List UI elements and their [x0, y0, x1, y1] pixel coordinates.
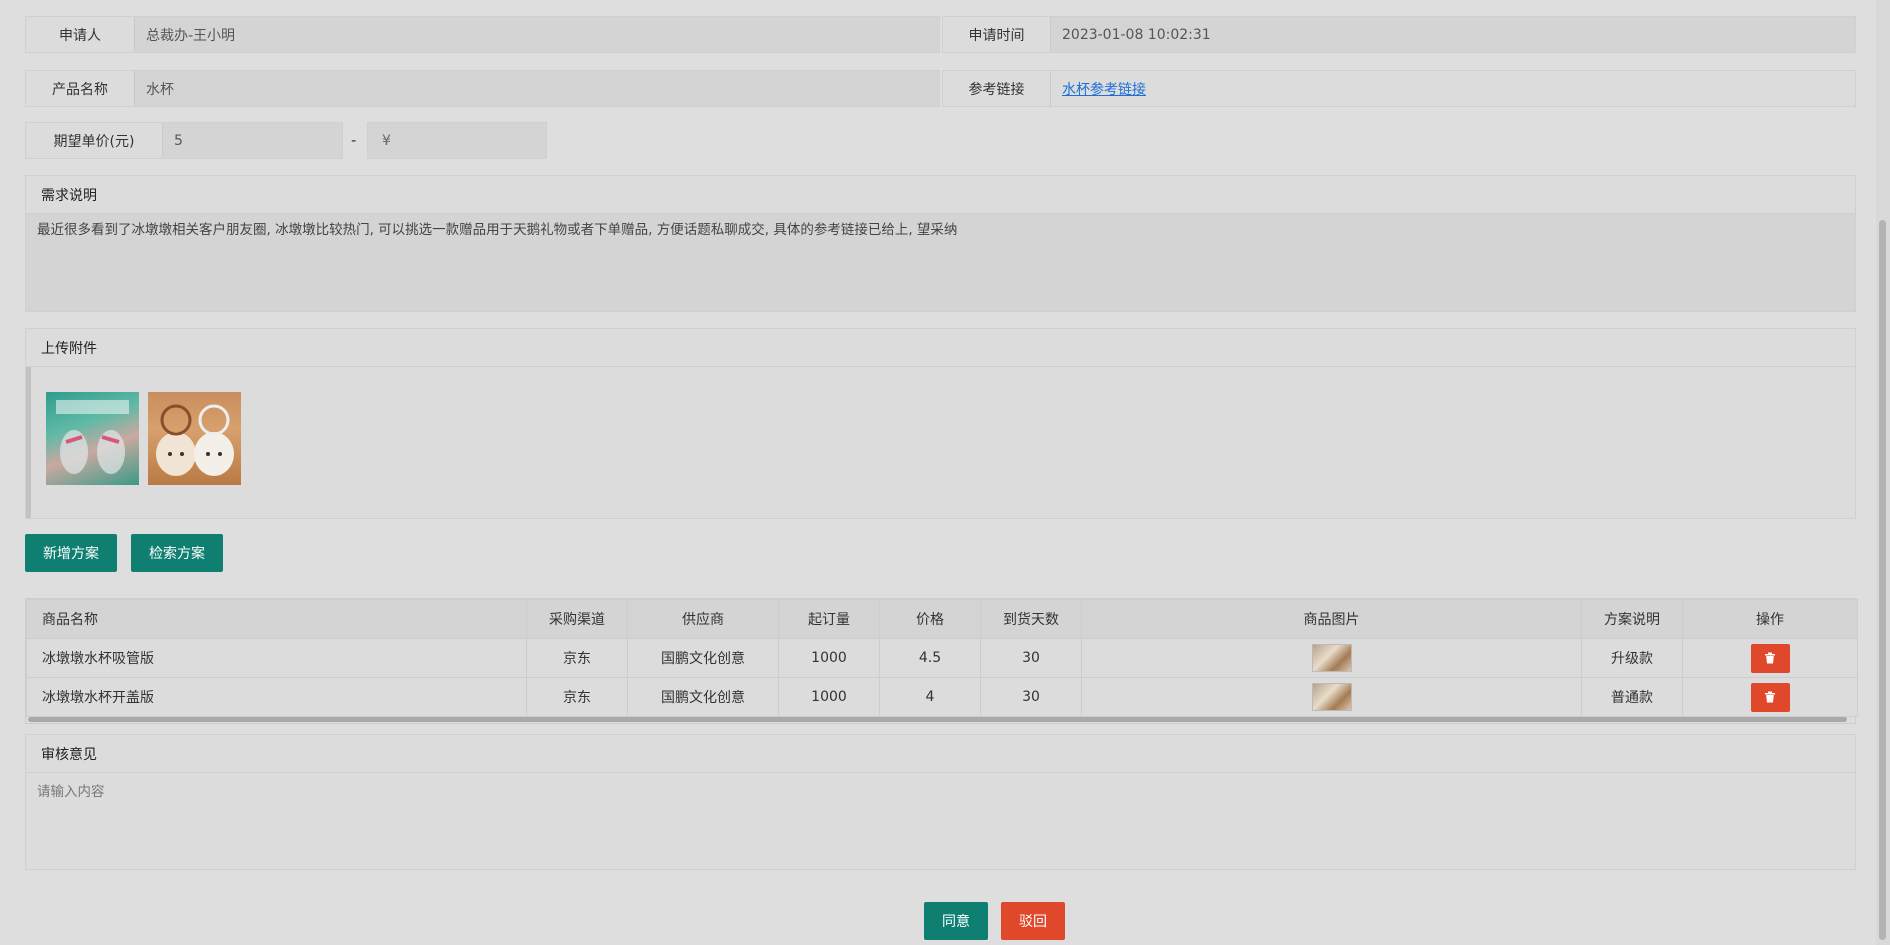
- col-header-action: 操作: [1682, 599, 1858, 639]
- delete-row-button[interactable]: [1750, 682, 1790, 712]
- delete-row-button[interactable]: [1750, 643, 1790, 673]
- reject-button[interactable]: 驳回: [1001, 902, 1065, 940]
- cell-days: 30: [980, 677, 1082, 717]
- cell-name: 冰墩墩水杯开盖版: [26, 677, 527, 717]
- cell-name: 冰墩墩水杯吸管版: [26, 638, 527, 678]
- table-horizontal-scrollbar[interactable]: [28, 717, 1847, 722]
- plans-table-wrapper: 商品名称 采购渠道 供应商 起订量 价格 到货天数 商品图片 方案说明 操作 冰…: [25, 598, 1858, 724]
- requirement-text: 最近很多看到了冰墩墩相关客户朋友圈, 冰墩墩比较热门, 可以挑选一款赠品用于天鹅…: [26, 214, 1855, 311]
- applicant-value: 总裁办-王小明: [135, 17, 939, 52]
- col-header-moq: 起订量: [778, 599, 880, 639]
- review-title: 审核意见: [26, 735, 1855, 773]
- attachment-image-2[interactable]: [148, 392, 241, 485]
- reference-link[interactable]: 水杯参考链接: [1062, 79, 1146, 99]
- col-header-supplier: 供应商: [627, 599, 779, 639]
- table-row: 冰墩墩水杯吸管版 京东 国鹏文化创意 1000 4.5 30 升级款: [26, 638, 1858, 678]
- expected-price-label: 期望单价(元): [26, 123, 163, 158]
- table-header-row: 商品名称 采购渠道 供应商 起订量 价格 到货天数 商品图片 方案说明 操作: [26, 599, 1858, 639]
- price-max-input[interactable]: ¥: [367, 122, 547, 159]
- price-separator: -: [351, 131, 357, 149]
- cell-supplier: 国鹏文化创意: [627, 677, 779, 717]
- applicant-field: 申请人 总裁办-王小明: [25, 16, 940, 53]
- col-header-name: 商品名称: [26, 599, 527, 639]
- cell-channel: 京东: [526, 677, 628, 717]
- page-scrollbar-thumb[interactable]: [1879, 220, 1886, 940]
- attachments-title: 上传附件: [26, 329, 1855, 367]
- col-header-image: 商品图片: [1081, 599, 1582, 639]
- table-row: 冰墩墩水杯开盖版 京东 国鹏文化创意 1000 4 30 普通款: [26, 677, 1858, 717]
- expected-price-field: 期望单价(元) 5: [25, 122, 343, 159]
- apply-time-value: 2023-01-08 10:02:31: [1051, 17, 1855, 52]
- requirement-panel: 需求说明 最近很多看到了冰墩墩相关客户朋友圈, 冰墩墩比较热门, 可以挑选一款赠…: [25, 175, 1856, 312]
- product-name-label: 产品名称: [26, 71, 135, 106]
- plans-table: 商品名称 采购渠道 供应商 起订量 价格 到货天数 商品图片 方案说明 操作 冰…: [26, 599, 1858, 717]
- price-min-input[interactable]: 5: [163, 123, 342, 158]
- cell-note: 升级款: [1581, 638, 1683, 678]
- product-name-field: 产品名称 水杯: [25, 70, 940, 107]
- col-header-days: 到货天数: [980, 599, 1082, 639]
- add-plan-button[interactable]: 新增方案: [25, 534, 117, 572]
- col-header-channel: 采购渠道: [526, 599, 628, 639]
- product-name-value: 水杯: [135, 71, 939, 106]
- cell-moq: 1000: [778, 638, 880, 678]
- review-input[interactable]: 请输入内容: [26, 773, 1855, 869]
- cell-channel: 京东: [526, 638, 628, 678]
- cell-price: 4.5: [879, 638, 981, 678]
- attachments-panel: 上传附件: [25, 328, 1856, 519]
- cell-price: 4: [879, 677, 981, 717]
- product-thumbnail[interactable]: [1311, 683, 1352, 711]
- page-scrollbar-track[interactable]: [1876, 0, 1890, 945]
- apply-time-label: 申请时间: [943, 17, 1051, 52]
- review-panel: 审核意见 请输入内容: [25, 734, 1856, 870]
- cell-supplier: 国鹏文化创意: [627, 638, 779, 678]
- applicant-label: 申请人: [26, 17, 135, 52]
- requirement-title: 需求说明: [26, 176, 1855, 214]
- reference-link-field: 参考链接 水杯参考链接: [942, 70, 1856, 107]
- trash-icon: [1765, 691, 1775, 703]
- cell-note: 普通款: [1581, 677, 1683, 717]
- attachment-image-1[interactable]: [46, 392, 139, 485]
- cell-days: 30: [980, 638, 1082, 678]
- search-plan-button[interactable]: 检索方案: [131, 534, 223, 572]
- cell-moq: 1000: [778, 677, 880, 717]
- col-header-note: 方案说明: [1581, 599, 1683, 639]
- col-header-price: 价格: [879, 599, 981, 639]
- approve-button[interactable]: 同意: [924, 902, 988, 940]
- price-max-placeholder: ¥: [368, 123, 546, 158]
- reference-link-label: 参考链接: [943, 71, 1051, 106]
- trash-icon: [1765, 652, 1775, 664]
- apply-time-field: 申请时间 2023-01-08 10:02:31: [942, 16, 1856, 53]
- product-thumbnail[interactable]: [1311, 644, 1352, 672]
